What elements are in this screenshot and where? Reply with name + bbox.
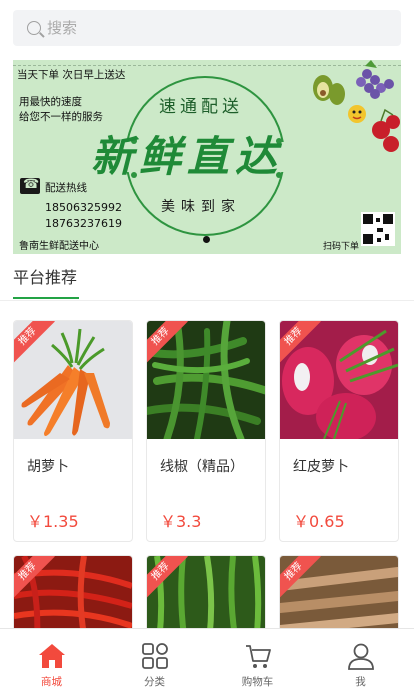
product-image: 推荐: [280, 321, 398, 439]
banner-center-name: 鲁南生鲜配送中心: [19, 241, 99, 252]
home-icon: [39, 644, 65, 668]
user-icon: [348, 643, 374, 670]
tab-cart[interactable]: 购物车: [206, 629, 309, 692]
tab-label: 分类: [144, 676, 165, 688]
cart-icon: [246, 645, 271, 668]
search-box[interactable]: [13, 10, 401, 46]
banner-hotline-label: 配送热线: [45, 182, 87, 194]
qr-code: [361, 212, 395, 246]
bottom-tab-bar: 商城 分类 购物车 我: [0, 628, 414, 692]
search-input[interactable]: [47, 19, 367, 37]
tab-label: 购物车: [241, 676, 274, 688]
product-price: ￥0.65: [293, 512, 345, 531]
phone-icon: [20, 177, 40, 194]
product-image: 推荐: [14, 321, 132, 439]
product-price: ￥1.35: [27, 512, 79, 531]
section-divider: [0, 300, 414, 301]
product-card[interactable]: 推荐 胡萝卜 ￥1.35: [13, 320, 133, 542]
product-price: ￥3.3: [160, 512, 202, 531]
banner-slogan-line1: 用最快的速度: [19, 96, 82, 108]
banner-headline: 新鲜直达: [91, 132, 284, 181]
product-name: 线椒（精品）: [160, 459, 244, 475]
search-bar: [0, 0, 414, 56]
banner-phone-1: 18506325992: [45, 201, 122, 214]
product-name: 红皮萝卜: [293, 459, 349, 475]
fruit-illustration: [313, 60, 400, 152]
tab-home[interactable]: 商城: [0, 629, 103, 692]
promo-banner[interactable]: 当天下单 次日早上送达 用最快的速度 给您不一样的服务 速通配送 新鲜直达 美味…: [13, 60, 401, 254]
banner-slogan-line2: 给您不一样的服务: [19, 111, 103, 123]
tab-category[interactable]: 分类: [103, 629, 206, 692]
banner-delivery-note: 当天下单 次日早上送达: [17, 69, 126, 81]
carousel-indicator[interactable]: [203, 236, 210, 243]
banner-ring-top-text: 速通配送: [159, 97, 243, 117]
search-icon: [27, 21, 41, 35]
tab-label: 商城: [41, 676, 62, 688]
tab-me[interactable]: 我: [309, 629, 412, 692]
section-underline: [13, 297, 79, 299]
category-icon: [142, 643, 168, 669]
banner-phone-2: 18763237619: [45, 217, 122, 230]
tab-label: 我: [355, 676, 366, 688]
product-card[interactable]: 推荐 线椒（精品） ￥3.3: [146, 320, 266, 542]
banner-ring-bottom-text: 美味到家: [161, 199, 241, 215]
product-card[interactable]: 推荐 红皮萝卜 ￥0.65: [279, 320, 399, 542]
section-title[interactable]: 平台推荐: [13, 264, 77, 288]
banner-scan-label: 扫码下单: [323, 242, 360, 252]
product-name: 胡萝卜: [27, 459, 69, 475]
product-image: 推荐: [147, 321, 265, 439]
